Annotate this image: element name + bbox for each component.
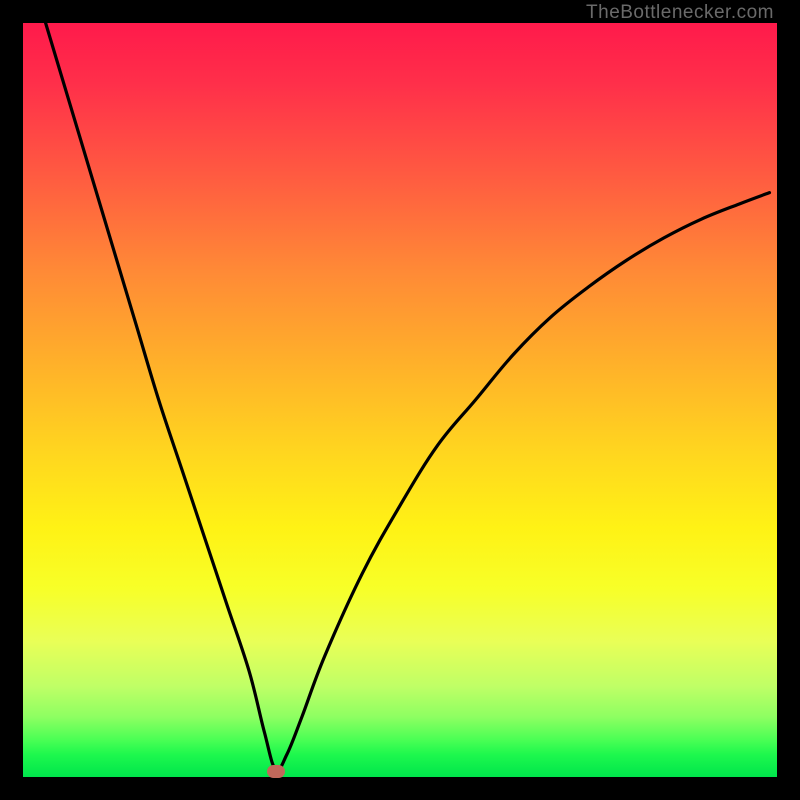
chart-area	[23, 23, 777, 777]
optimal-point-marker	[267, 765, 285, 778]
attribution-label: TheBottlenecker.com	[586, 2, 774, 24]
bottleneck-curve	[23, 23, 777, 777]
